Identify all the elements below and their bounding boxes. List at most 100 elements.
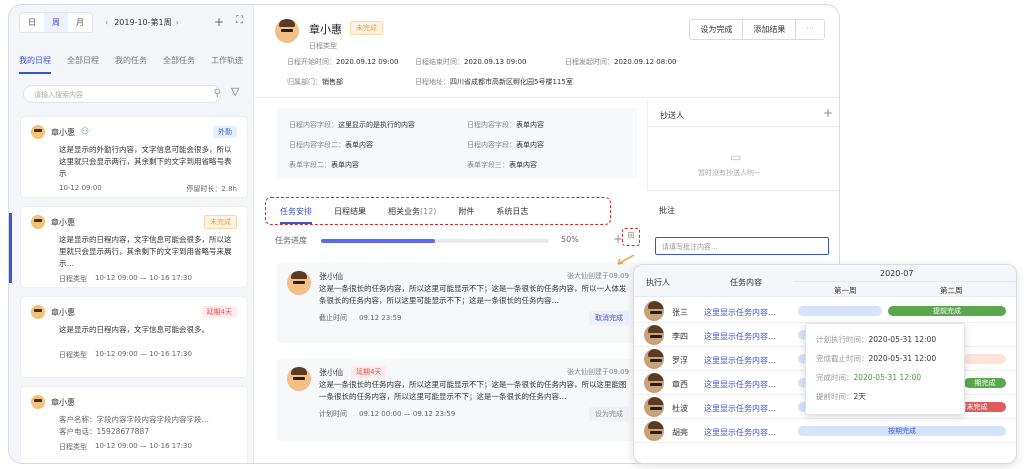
- done-label: 完成时间：: [816, 373, 854, 382]
- prev-week-icon[interactable]: ‹: [101, 18, 112, 27]
- plan-value: 2020-05-31 12:00: [868, 335, 937, 344]
- related-count: (12): [420, 206, 437, 216]
- task-text: 这是一条很长的任务内容，所以这里可能显示不下；这是一条很长的任务内容，所以这里能…: [319, 380, 627, 401]
- field: 日程内容字段：这里显示的是执行的内容: [289, 120, 415, 130]
- schedule-card[interactable]: 章小惠 客户名称：字段内容字段内容字段内容字段… 客户电话：1592867788…: [21, 387, 247, 463]
- early-value: 2天: [853, 392, 866, 401]
- task-creator: 张大仙创建于09.09: [566, 368, 629, 376]
- task-link[interactable]: 这里显示任务内容…: [704, 403, 776, 414]
- card-duration: 停留时长：2.8h: [186, 185, 237, 193]
- task-link[interactable]: 这里显示任务内容…: [704, 307, 776, 318]
- next-week-icon[interactable]: ›: [172, 18, 183, 27]
- tab-related-business[interactable]: 相关业务(12): [388, 206, 436, 217]
- sent-time-value: 2020.09.12 08:00: [614, 58, 677, 66]
- due-value: 09.12 23:59: [359, 314, 402, 322]
- card-name: 章小惠: [51, 217, 75, 227]
- more-button[interactable]: ···: [796, 20, 824, 39]
- tab-all-schedule[interactable]: 全部日程: [67, 55, 99, 66]
- tab-system-log[interactable]: 系统日志: [496, 206, 528, 217]
- card-type: 日程类型: [59, 351, 87, 359]
- view-week-button[interactable]: 周: [44, 12, 68, 32]
- avatar: [275, 19, 299, 43]
- field-value: 表单内容: [345, 141, 373, 149]
- start-time: 日程开始时间：2020.09.12 09:00: [287, 57, 398, 67]
- week-1: 第一周: [834, 286, 857, 295]
- add-icon[interactable]: +: [214, 15, 224, 29]
- week-2: 第二周: [940, 286, 963, 295]
- schedule-card[interactable]: 章小惠 延期4天 这是显示的日程内容，文字信息可能会很多。 日程类型 10-12 0…: [21, 297, 247, 377]
- gantt-row[interactable]: 张三 这里显示任务内容… 提前完成: [634, 299, 1016, 323]
- cancel-complete-button[interactable]: 取消完成: [589, 311, 629, 325]
- tab-task-schedule[interactable]: 任务安排: [280, 206, 312, 224]
- view-month-button[interactable]: 月: [68, 13, 92, 32]
- add-cc-icon[interactable]: +: [823, 106, 833, 120]
- gantt-bar[interactable]: 按期完成: [798, 426, 1006, 436]
- notes-title: 批注: [659, 206, 675, 215]
- due-label: 截止时间: [319, 314, 347, 322]
- notes-input[interactable]: 请填写批注内容...: [655, 237, 829, 255]
- field-label: 日程内容字段二：: [289, 141, 345, 149]
- tab-my-schedule[interactable]: 我的日程: [19, 55, 51, 74]
- gantt-bar[interactable]: 提前完成: [888, 306, 1006, 316]
- avatar: [644, 349, 664, 369]
- field-value: 表单内容: [509, 161, 537, 169]
- tab-schedule-result[interactable]: 日程结果: [334, 206, 366, 217]
- col-person: 执行人: [646, 278, 670, 287]
- filter-icon[interactable]: ▽: [231, 85, 239, 98]
- search-input[interactable]: 请输入搜索内容: [23, 85, 221, 103]
- tab-attachments[interactable]: 附件: [458, 206, 474, 217]
- set-complete-button[interactable]: 设为完成: [589, 407, 629, 421]
- field-value: 表单内容: [331, 161, 359, 169]
- month-label: 2020-07: [880, 269, 914, 278]
- tab-my-tasks[interactable]: 我的任务: [115, 55, 147, 66]
- status-badge: 未完成: [204, 215, 237, 229]
- due-label: 完成截止时间：: [816, 354, 869, 363]
- view-day-button[interactable]: 日: [20, 13, 44, 32]
- card-date: 10-12 09:00: [59, 184, 102, 192]
- add-result-button[interactable]: 添加结果: [743, 20, 797, 39]
- sidebar-toolbar: 日 周 月 ‹ 2019-10-第1周 › + ⛶: [19, 11, 243, 33]
- gantt-bar[interactable]: 期完成: [964, 378, 1006, 388]
- field-value: 这里显示的是执行的内容: [338, 121, 415, 129]
- field-label: 表单字段二：: [289, 161, 331, 169]
- tab-work-track[interactable]: 工作轨迹: [211, 55, 243, 66]
- tab-all-tasks[interactable]: 全部任务: [163, 55, 195, 66]
- person-name: 李四: [672, 332, 688, 341]
- divider: [794, 281, 1016, 282]
- card-text: 这是显示的外勤行内容，文字信息可能会很多，所以这里就只会显示两行，其余剩下的文字…: [59, 145, 232, 178]
- search-icon[interactable]: ⚲: [205, 85, 225, 103]
- task-link[interactable]: 这里显示任务内容…: [704, 331, 776, 342]
- field-value: 表单内容: [516, 141, 544, 149]
- due-value: 2020-05-31 12:00: [868, 354, 937, 363]
- progress-label: 任务进度: [275, 236, 307, 245]
- gantt-expand-icon[interactable]: ⊞: [622, 228, 640, 246]
- department-label: 归属部门：: [287, 78, 322, 86]
- gantt-row[interactable]: 胡亮 这里显示任务内容… 按期完成: [634, 419, 1016, 443]
- task-item[interactable]: 张小仙 张大仙创建于09.09 这是一条很长的任务内容，所以这里可能显示不下；这是…: [277, 263, 639, 343]
- task-link[interactable]: 这里显示任务内容…: [704, 379, 776, 390]
- avatar: [287, 367, 311, 391]
- field-label: 日程内容字段：: [467, 121, 516, 129]
- field-label: 日程内容字段：: [467, 141, 516, 149]
- gantt-bar[interactable]: [798, 306, 882, 316]
- card-name: 章小惠: [51, 397, 75, 407]
- schedule-card[interactable]: 章小惠 未完成 这是显示的日程内容，文字信息可能会很多，所以这里就只会显示两行，其…: [21, 207, 247, 287]
- task-item[interactable]: 张小仙 延期4天 张大仙创建于09.09 这是一条很长的任务内容，所以这里可能显示不…: [277, 359, 639, 441]
- cc-title: 抄送人: [660, 111, 684, 120]
- gantt-bar[interactable]: [964, 354, 1006, 364]
- task-link[interactable]: 这里显示任务内容…: [704, 355, 776, 366]
- expand-icon[interactable]: ⛶: [236, 15, 243, 29]
- sent-time-label: 日程发起时间：: [565, 58, 614, 66]
- person-name: 张三: [672, 308, 688, 317]
- field: 日程内容字段：表单内容: [467, 120, 544, 130]
- progress-fill: [321, 239, 435, 243]
- gantt-popup: 执行人 任务内容 2020-07 第一周 第二周 张三 这里显示任务内容… 提前完成…: [633, 264, 1017, 464]
- card-name: 章小惠: [51, 307, 75, 317]
- schedule-card[interactable]: 章小惠 ⚇ 外勤 这是显示的外勤行内容，文字信息可能会很多，所以这里就只会显示两行，…: [21, 117, 247, 197]
- task-link[interactable]: 这里显示任务内容…: [704, 427, 776, 438]
- task-progress: 任务进度 50% +: [275, 232, 635, 246]
- cc-panel: 抄送人 + ▭ 暂时没有抄送人哟~: [647, 100, 839, 190]
- complete-button[interactable]: 设为完成: [690, 20, 744, 39]
- divider: [647, 190, 839, 191]
- card-range: 10-12 09:00 — 10-16 17:30: [95, 274, 192, 282]
